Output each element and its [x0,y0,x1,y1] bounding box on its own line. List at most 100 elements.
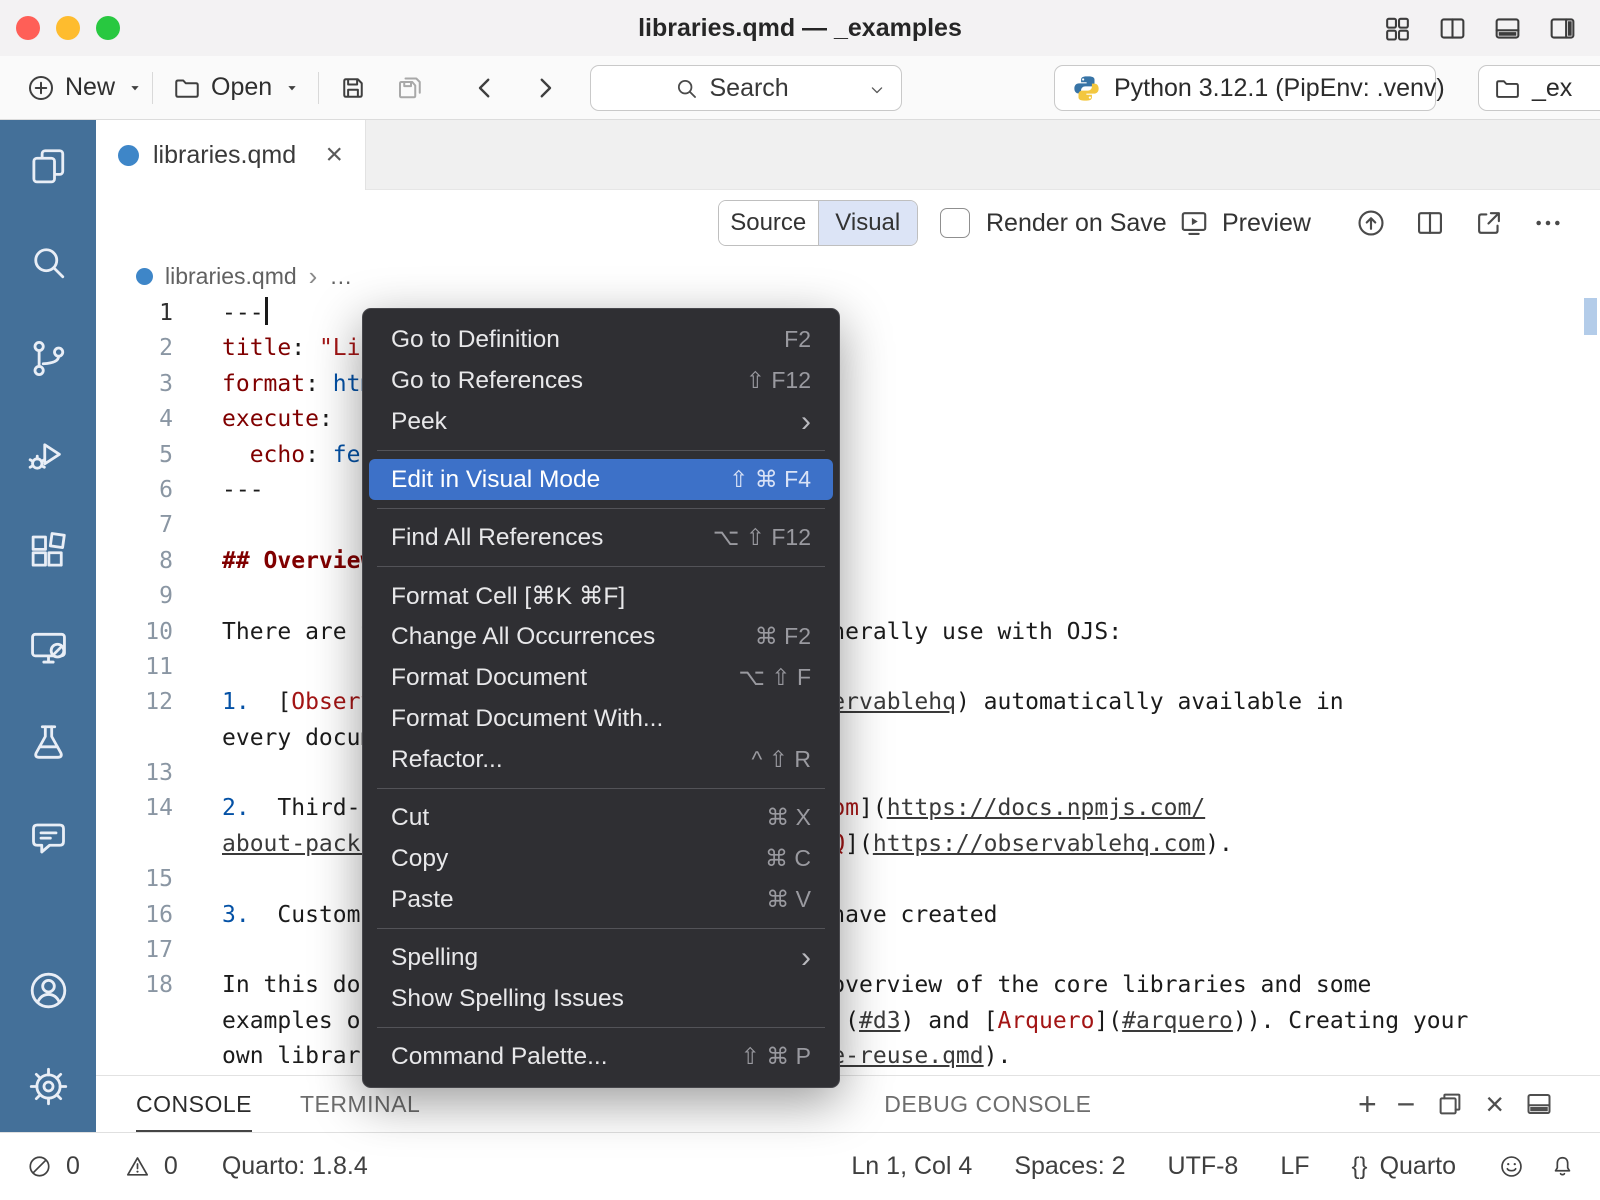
panel-layout-icon[interactable] [1524,1089,1554,1119]
search-icon[interactable] [24,238,72,286]
split-editor-icon[interactable] [1414,207,1446,239]
activity-bar-top [24,142,72,862]
errors-icon[interactable] [26,1153,53,1180]
customize-layout-icon[interactable] [1382,13,1413,44]
restore-panel-icon[interactable] [1435,1089,1465,1119]
search-input[interactable] [710,74,820,103]
render-on-save-control: Render on Save [940,200,1167,246]
language-mode[interactable]: {} Quarto [1352,1152,1456,1181]
menu-item-find-all-references[interactable]: Find All References⌥ ⇧ F12 [369,517,833,558]
menu-item-label: Format Document [391,664,587,692]
new-button[interactable]: New [26,56,146,119]
menu-item-copy[interactable]: Copy⌘ C [369,838,833,879]
menu-separator [377,1027,825,1028]
preview-icon [1178,207,1210,239]
open-button-label: Open [211,73,272,102]
indentation-setting[interactable]: Spaces: 2 [1014,1152,1125,1181]
eol-setting[interactable]: LF [1280,1152,1309,1181]
menu-item-format-cell-k-f[interactable]: Format Cell [⌘K ⌘F] [369,575,833,616]
tab-libraries-qmd[interactable]: libraries.qmd × [96,120,366,190]
panel-tab-console[interactable]: CONSOLE [136,1076,252,1132]
render-on-save-checkbox[interactable] [940,208,970,238]
source-mode-button[interactable]: Source [719,201,819,245]
explorer-icon[interactable] [24,142,72,190]
menu-item-peek[interactable]: Peek› [369,401,833,442]
close-panel-icon[interactable]: × [1485,1088,1504,1120]
more-actions-icon[interactable] [1532,207,1564,239]
menu-item-command-palette[interactable]: Command Palette...⇧ ⌘ P [369,1036,833,1077]
menu-item-label: Peek [391,408,447,436]
errors-count[interactable]: 0 [66,1152,80,1181]
menu-item-format-document[interactable]: Format Document ⌥ ⇧ F [369,657,833,698]
navigate-forward-button[interactable] [530,56,560,119]
open-button[interactable]: Open [172,56,303,119]
menu-item-shortcut: ⌘ C [765,845,811,872]
cursor-position[interactable]: Ln 1, Col 4 [851,1152,972,1181]
code-row: about-packages-and-modules) and [Observa… [96,827,1600,862]
new-console-icon[interactable]: + [1358,1088,1377,1120]
tab-close-icon[interactable]: × [325,140,343,170]
panel-tab-debug-console[interactable]: DEBUG CONSOLE [884,1076,1091,1132]
menu-item-go-to-references[interactable]: Go to References⇧ F12 [369,360,833,401]
search-box[interactable] [590,65,902,111]
quarto-file-icon [118,145,139,166]
code-row: 18In this document we'll provide a high-… [96,968,1600,1003]
minimize-panel-icon[interactable]: − [1397,1088,1416,1120]
new-circle-plus-icon [26,73,56,103]
code-row: 10There are three types of libraries you… [96,615,1600,650]
code-row: 17 [96,933,1600,968]
save-button[interactable] [338,56,368,119]
visual-mode-button[interactable]: Visual [819,201,918,245]
source-control-icon[interactable] [24,334,72,382]
code-line[interactable]: execute: [222,402,333,437]
menu-item-spelling[interactable]: Spelling› [369,937,833,978]
editor-scrollbar-thumb[interactable] [1584,298,1597,335]
code-line[interactable]: --- [222,473,264,508]
account-icon[interactable] [24,966,72,1014]
open-in-new-window-icon[interactable] [1473,207,1505,239]
editor-content[interactable]: 1---2title: "Libraries"3format: html4exe… [96,296,1600,1076]
preview-button[interactable]: Preview [1178,200,1311,246]
menu-item-shortcut: ⇧ F12 [746,367,811,394]
breadcrumb-file[interactable]: libraries.qmd [165,263,297,290]
notifications-bell-icon[interactable] [1549,1153,1576,1180]
extensions-icon[interactable] [24,526,72,574]
menu-item-paste[interactable]: Paste⌘ V [369,879,833,920]
menu-item-show-spelling-issues[interactable]: Show Spelling Issues [369,978,833,1019]
code-line[interactable]: ## Overview [222,544,374,579]
split-columns-icon[interactable] [1437,13,1468,44]
line-number: 6 [96,473,173,508]
encoding[interactable]: UTF-8 [1168,1152,1239,1181]
quarto-version[interactable]: Quarto: 1.8.4 [222,1152,368,1181]
save-all-button[interactable] [396,56,426,119]
menu-item-refactor[interactable]: Refactor...^ ⇧ R [369,739,833,780]
feedback-smiley-icon[interactable] [1498,1153,1525,1180]
bottom-panel-icon[interactable] [1492,13,1523,44]
render-icon[interactable] [1355,207,1387,239]
sessions-icon[interactable] [24,622,72,670]
testing-icon[interactable] [24,718,72,766]
interpreter-selector[interactable]: Python 3.12.1 (PipEnv: .venv) [1054,65,1436,111]
warnings-count[interactable]: 0 [164,1152,178,1181]
run-debug-icon[interactable] [24,430,72,478]
menu-separator [377,566,825,567]
menu-item-go-to-definition[interactable]: Go to DefinitionF2 [369,319,833,360]
menu-item-cut[interactable]: Cut⌘ X [369,797,833,838]
warnings-icon[interactable] [124,1153,151,1180]
breadcrumb-more[interactable]: … [329,263,352,290]
navigate-back-button[interactable] [470,56,500,119]
code-line[interactable]: --- [222,296,268,331]
menu-item-edit-in-visual-mode[interactable]: Edit in Visual Mode⇧ ⌘ F4 [369,459,833,500]
menu-item-change-all-occurrences[interactable]: Change All Occurrences⌘ F2 [369,616,833,657]
settings-gear-icon[interactable] [24,1062,72,1110]
menu-item-format-document-with[interactable]: Format Document With... [369,698,833,739]
workspace-selector[interactable]: _ex [1478,65,1600,111]
menu-item-shortcut: ⌥ ⇧ F [738,664,811,691]
secondary-sidebar-icon[interactable] [1547,13,1578,44]
menu-item-label: Find All References [391,524,603,552]
line-number [96,827,173,862]
chat-icon[interactable] [24,814,72,862]
caret-down-icon [124,77,146,99]
chevron-down-icon[interactable] [867,80,887,100]
submenu-chevron-icon: › [801,943,811,973]
